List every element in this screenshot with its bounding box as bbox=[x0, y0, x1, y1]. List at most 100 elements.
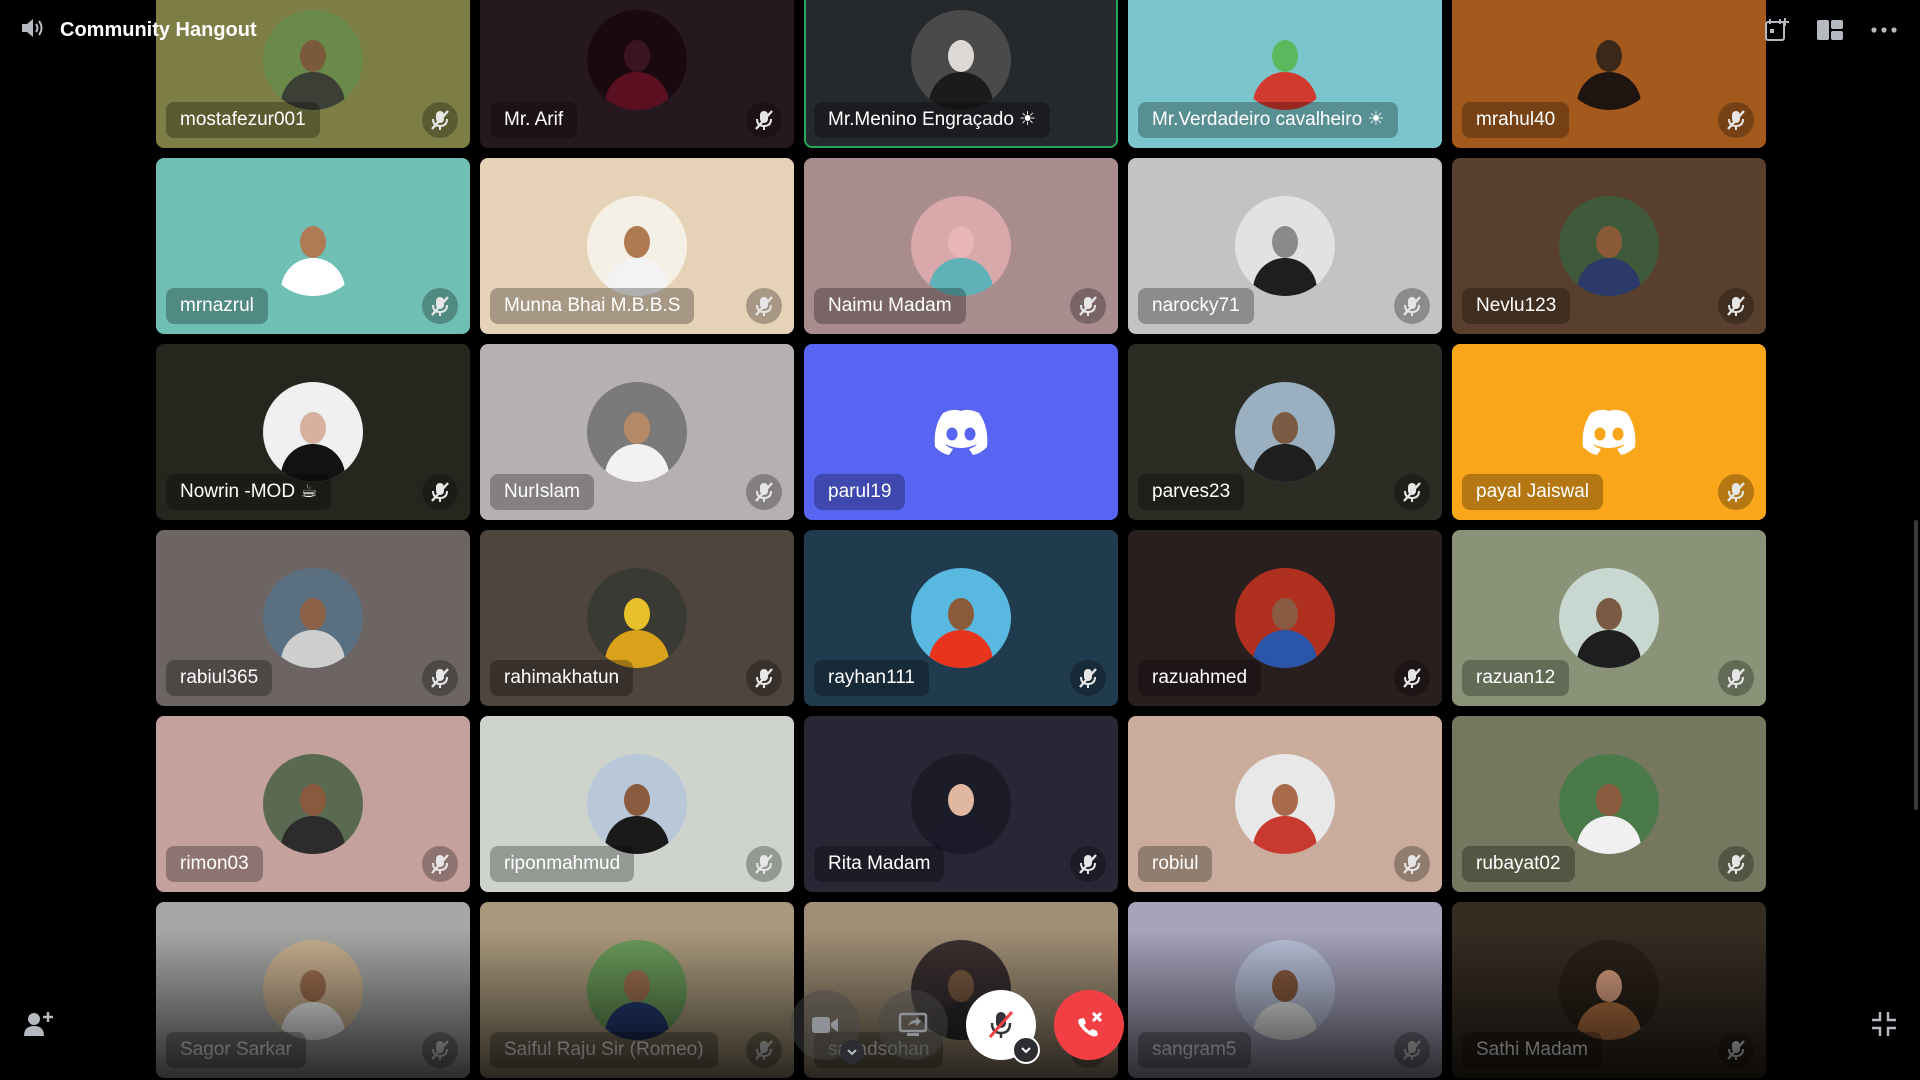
participant-name: rubayat02 bbox=[1462, 846, 1575, 882]
muted-badge bbox=[1718, 660, 1754, 696]
muted-badge bbox=[746, 1032, 782, 1068]
participant-tile[interactable]: mrahul40 bbox=[1452, 0, 1766, 148]
muted-badge bbox=[422, 288, 458, 324]
mic-muted-icon bbox=[1403, 668, 1421, 688]
muted-badge bbox=[746, 474, 782, 510]
muted-badge bbox=[1394, 846, 1430, 882]
avatar bbox=[1559, 196, 1659, 296]
muted-badge bbox=[1718, 1032, 1754, 1068]
muted-badge bbox=[1070, 660, 1106, 696]
mic-options-chevron-icon[interactable] bbox=[1012, 1036, 1040, 1064]
participant-tile[interactable]: Sagor Sarkar bbox=[156, 902, 470, 1078]
mic-muted-icon bbox=[1403, 1040, 1421, 1060]
exit-fullscreen-button[interactable] bbox=[1866, 1006, 1902, 1042]
participant-name: rimon03 bbox=[166, 846, 263, 882]
participant-tile[interactable]: robiul bbox=[1128, 716, 1442, 892]
muted-badge bbox=[1718, 288, 1754, 324]
participant-tile[interactable]: Saiful Raju Sir (Romeo) bbox=[480, 902, 794, 1078]
participant-tile[interactable]: Mr.Menino Engraçado ☀ bbox=[804, 0, 1118, 148]
avatar bbox=[911, 754, 1011, 854]
muted-badge bbox=[422, 474, 458, 510]
participant-name: mrnazrul bbox=[166, 288, 268, 324]
mic-muted-icon bbox=[755, 668, 773, 688]
participant-tile[interactable]: parves23 bbox=[1128, 344, 1442, 520]
avatar bbox=[263, 196, 363, 296]
participant-tile[interactable]: razuahmed bbox=[1128, 530, 1442, 706]
mic-muted-icon bbox=[1079, 296, 1097, 316]
participant-name: rahimakhatun bbox=[490, 660, 634, 696]
participant-name: rayhan111 bbox=[814, 660, 929, 696]
participant-tile[interactable]: rabiul365 bbox=[156, 530, 470, 706]
mic-muted-icon bbox=[755, 482, 773, 502]
participant-tile[interactable]: razuan12 bbox=[1452, 530, 1766, 706]
participant-tile[interactable]: NurIslam bbox=[480, 344, 794, 520]
mic-muted-icon bbox=[431, 482, 449, 502]
participant-name: payal Jaiswal bbox=[1462, 474, 1603, 510]
muted-badge bbox=[746, 102, 782, 138]
add-activity-icon[interactable] bbox=[1760, 14, 1792, 46]
mic-muted-icon bbox=[755, 1040, 773, 1060]
participant-tile[interactable]: rimon03 bbox=[156, 716, 470, 892]
layout-icon[interactable] bbox=[1814, 14, 1846, 46]
muted-badge bbox=[1718, 846, 1754, 882]
mic-muted-icon bbox=[1727, 1040, 1745, 1060]
participant-tile[interactable]: Nowrin -MOD ☕ bbox=[156, 344, 470, 520]
muted-badge bbox=[1718, 102, 1754, 138]
muted-badge bbox=[1394, 1032, 1430, 1068]
participant-tile[interactable]: Naimu Madam bbox=[804, 158, 1118, 334]
avatar bbox=[587, 382, 687, 482]
participant-tile[interactable]: sangram5 bbox=[1128, 902, 1442, 1078]
discord-logo-icon bbox=[934, 409, 988, 455]
avatar bbox=[587, 10, 687, 110]
mic-muted-icon bbox=[1727, 296, 1745, 316]
avatar bbox=[911, 568, 1011, 668]
avatar bbox=[263, 754, 363, 854]
camera-options-chevron-icon[interactable] bbox=[840, 1040, 864, 1064]
hangup-icon bbox=[1078, 1011, 1103, 1037]
participant-tile[interactable]: Mr.Verdadeiro cavalheiro ☀ bbox=[1128, 0, 1442, 148]
participant-tile[interactable]: Munna Bhai M.B.B.S bbox=[480, 158, 794, 334]
participant-name: Nowrin -MOD ☕ bbox=[166, 474, 332, 510]
participant-tile[interactable]: parul19 bbox=[804, 344, 1118, 520]
participant-name: Munna Bhai M.B.B.S bbox=[490, 288, 695, 324]
avatar bbox=[1559, 754, 1659, 854]
participant-tile[interactable]: Rita Madam bbox=[804, 716, 1118, 892]
participant-name: razuan12 bbox=[1462, 660, 1570, 696]
participant-tile[interactable]: rahimakhatun bbox=[480, 530, 794, 706]
participant-tile[interactable]: mrnazrul bbox=[156, 158, 470, 334]
participant-name: Saiful Raju Sir (Romeo) bbox=[490, 1032, 718, 1068]
hangup-button[interactable] bbox=[1054, 990, 1124, 1060]
avatar bbox=[1235, 382, 1335, 482]
participant-tile[interactable]: rubayat02 bbox=[1452, 716, 1766, 892]
mic-muted-icon bbox=[755, 854, 773, 874]
participant-name: Mr. Arif bbox=[490, 102, 578, 138]
participant-tile[interactable]: narocky71 bbox=[1128, 158, 1442, 334]
muted-badge bbox=[746, 660, 782, 696]
participant-tile[interactable]: rayhan111 bbox=[804, 530, 1118, 706]
participant-tile[interactable]: riponmahmud bbox=[480, 716, 794, 892]
muted-badge bbox=[1394, 660, 1430, 696]
mic-muted-icon bbox=[1727, 668, 1745, 688]
mute-toggle-button[interactable] bbox=[966, 990, 1040, 1064]
camera-button[interactable] bbox=[790, 990, 864, 1064]
participant-tile[interactable]: payal Jaiswal bbox=[1452, 344, 1766, 520]
participant-tile[interactable]: Sathi Madam bbox=[1452, 902, 1766, 1078]
scrollbar[interactable] bbox=[1914, 520, 1918, 810]
muted-badge bbox=[422, 102, 458, 138]
mic-muted-icon bbox=[1727, 110, 1745, 130]
mic-muted-icon bbox=[755, 110, 773, 130]
channel-header: Community Hangout bbox=[20, 16, 257, 44]
participant-tile[interactable]: Nevlu123 bbox=[1452, 158, 1766, 334]
avatar bbox=[263, 568, 363, 668]
invite-button[interactable] bbox=[20, 1006, 56, 1042]
avatar bbox=[587, 754, 687, 854]
participant-name: rabiul365 bbox=[166, 660, 273, 696]
avatar bbox=[1235, 754, 1335, 854]
camera-icon bbox=[812, 1017, 838, 1033]
more-icon[interactable] bbox=[1868, 14, 1900, 46]
participant-tile[interactable]: Mr. Arif bbox=[480, 0, 794, 148]
avatar bbox=[1559, 940, 1659, 1040]
screen-share-button[interactable] bbox=[878, 990, 948, 1060]
participant-name: razuahmed bbox=[1138, 660, 1262, 696]
speaker-icon[interactable] bbox=[20, 16, 46, 45]
